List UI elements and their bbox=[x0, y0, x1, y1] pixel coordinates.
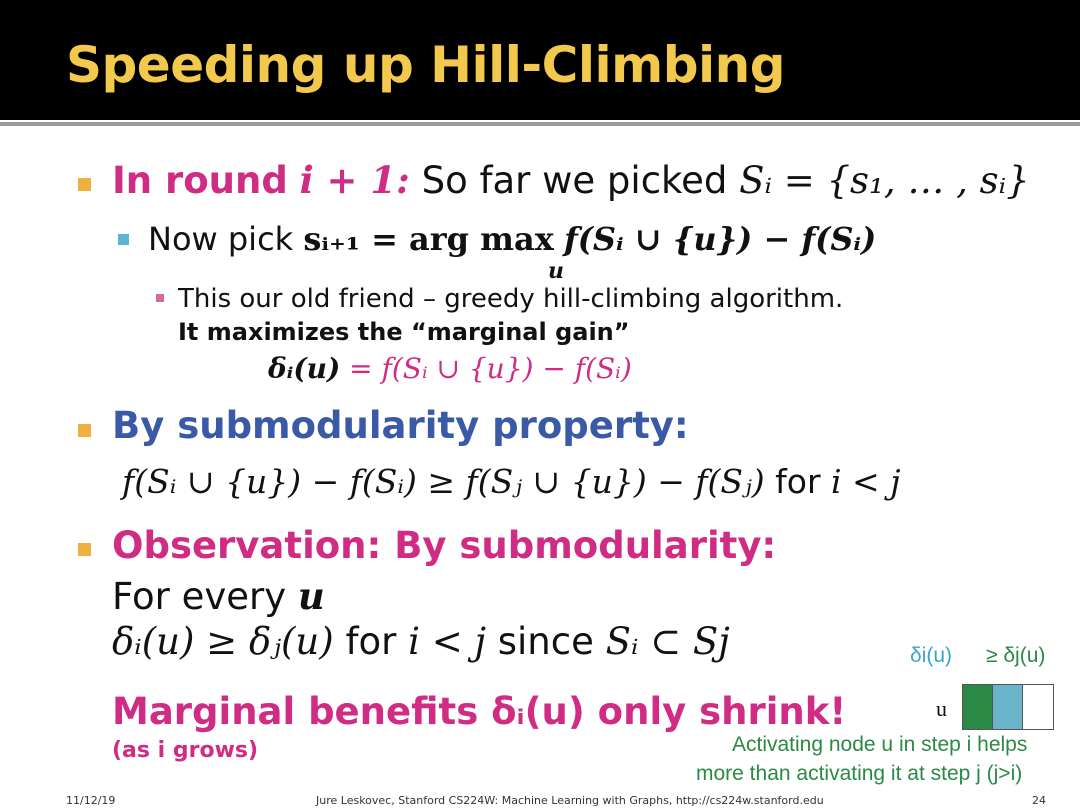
footer-page-number: 24 bbox=[1032, 794, 1046, 807]
observation-inequality: δᵢ(u) ≥ δⱼ(u) bbox=[112, 620, 334, 663]
bullet-marker bbox=[78, 543, 91, 556]
round-line: In round i + 1: So far we picked Sᵢ = {s… bbox=[112, 158, 1030, 202]
footer-credit: Jure Leskovec, Stanford CS224W: Machine … bbox=[316, 794, 824, 807]
observation-formula-line: δᵢ(u) ≥ δⱼ(u) for i < j since Sᵢ ⊂ Sj bbox=[112, 620, 730, 663]
bullet-marker bbox=[78, 424, 91, 437]
for-every-text: For every bbox=[112, 575, 287, 618]
cell-step-i bbox=[962, 684, 994, 730]
now-pick-argmax: sᵢ₊₁ = arg max bbox=[303, 220, 554, 258]
marginal-gain-formula: δᵢ(u) = f(Sᵢ ∪ {u}) − f(Sᵢ) bbox=[268, 352, 632, 385]
diagram-caption-line1: Activating node u in step i helps bbox=[732, 733, 1028, 756]
round-text: So far we picked bbox=[421, 159, 728, 202]
diagram-caption-line2: more than activating it at step j (j>i) bbox=[696, 762, 1023, 785]
sub-bullet-marker bbox=[118, 234, 129, 245]
node-label: u bbox=[936, 696, 947, 721]
round-index: i + 1: bbox=[299, 158, 410, 202]
delta-i-label: δi(u) bbox=[910, 644, 953, 667]
submod-heading: By submodularity property: bbox=[112, 404, 689, 447]
old-friend-line: This our old friend – greedy hill-climbi… bbox=[178, 284, 844, 314]
now-pick-line: Now pick sᵢ₊₁ = arg max f(Sᵢ ∪ {u}) − f(… bbox=[148, 220, 876, 258]
submod-formula: f(Sᵢ ∪ {u}) − f(Sᵢ) ≥ f(Sⱼ ∪ {u}) − f(Sⱼ… bbox=[122, 462, 765, 501]
marginal-benefits-text: Marginal benefits δᵢ(u) only shrink! bbox=[112, 690, 847, 733]
observation-heading: Observation: By submodularity: bbox=[112, 524, 777, 567]
footer-date: 11/12/19 bbox=[66, 794, 116, 807]
sub-sub-bullet-marker bbox=[156, 294, 164, 302]
for-every-var: u bbox=[297, 574, 325, 618]
delta-rhs: = f(Sᵢ ∪ {u}) − f(Sᵢ) bbox=[349, 352, 632, 385]
cell-empty bbox=[1022, 684, 1054, 730]
delta-j-label: ≥ δj(u) bbox=[986, 644, 1046, 667]
now-pick-objective: f(Sᵢ ∪ {u}) − f(Sᵢ) bbox=[563, 220, 877, 258]
observation-since: since bbox=[497, 620, 594, 663]
observation-condition: i < j bbox=[408, 620, 486, 663]
as-i-grows-text: (as i grows) bbox=[112, 738, 259, 763]
now-pick-label: Now pick bbox=[148, 220, 294, 258]
title-divider bbox=[0, 122, 1080, 126]
observation-subset: Sᵢ ⊂ Sj bbox=[605, 620, 730, 663]
gain-cells bbox=[962, 684, 1054, 730]
slide-title: Speeding up Hill-Climbing bbox=[66, 36, 786, 94]
round-set-formula: Sᵢ = {s₁, … , sᵢ} bbox=[739, 159, 1030, 202]
submod-formula-line: f(Sᵢ ∪ {u}) − f(Sᵢ) ≥ f(Sⱼ ∪ {u}) − f(Sⱼ… bbox=[122, 462, 900, 501]
marginal-gain-line: It maximizes the “marginal gain” bbox=[178, 318, 630, 346]
round-prefix: In round bbox=[112, 159, 288, 202]
bullet-marker bbox=[78, 178, 91, 191]
delta-lhs: δᵢ(u) bbox=[268, 352, 341, 385]
submod-condition: i < j bbox=[831, 462, 901, 501]
for-every-line: For every u bbox=[112, 574, 325, 618]
cell-step-j bbox=[992, 684, 1024, 730]
argmax-subscript: u bbox=[548, 258, 564, 284]
submod-for: for bbox=[775, 462, 821, 501]
observation-for: for bbox=[345, 620, 397, 663]
